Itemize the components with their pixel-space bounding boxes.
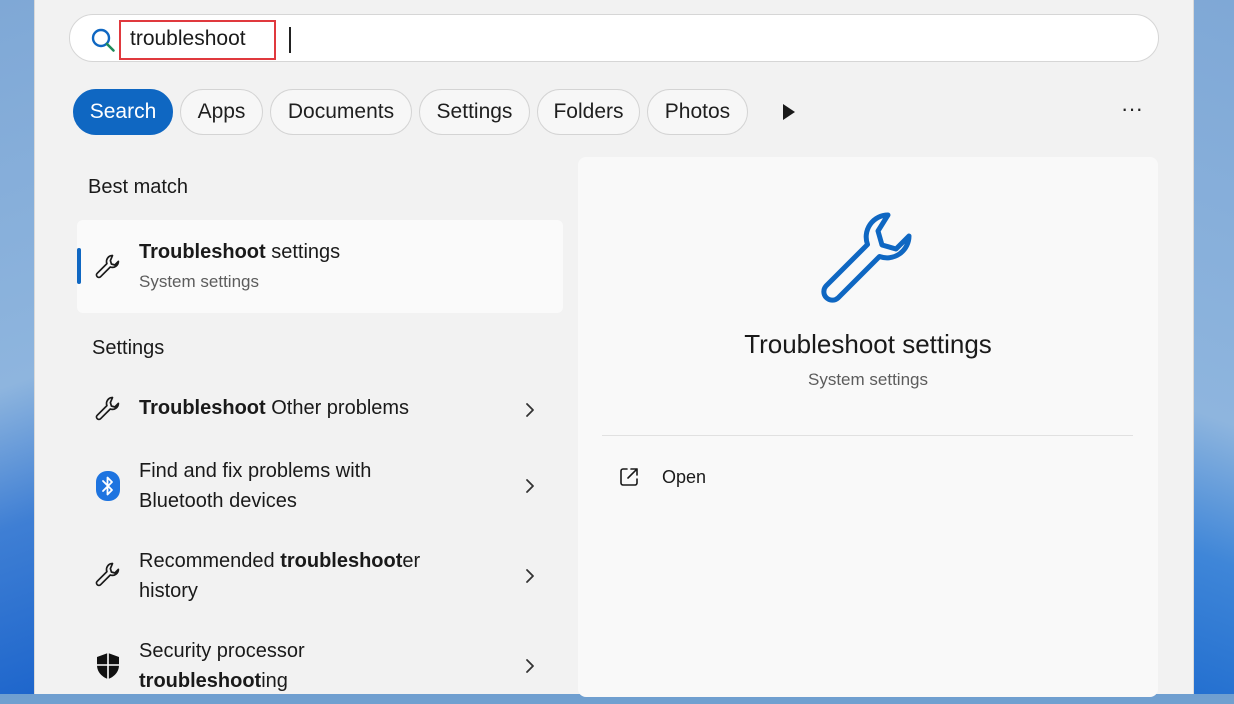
desktop-wallpaper-left bbox=[0, 0, 36, 694]
best-match-heading: Best match bbox=[88, 176, 189, 198]
search-input[interactable] bbox=[130, 26, 530, 52]
best-match-title: Troubleshoot settings bbox=[139, 241, 340, 264]
result-title-line1: Security processor bbox=[139, 640, 305, 662]
detail-pane: Troubleshoot settings System settings Op… bbox=[578, 157, 1158, 697]
open-action[interactable]: Open bbox=[618, 462, 818, 492]
text-caret bbox=[289, 27, 291, 53]
best-match-title-rest: settings bbox=[265, 241, 341, 263]
result-title-bold: troubleshoot bbox=[139, 670, 262, 692]
wrench-icon bbox=[95, 254, 120, 279]
open-external-icon bbox=[620, 468, 638, 486]
result-title-line2: history bbox=[139, 580, 198, 602]
settings-result-troubleshoot-other-problems[interactable]: Troubleshoot Other problems bbox=[77, 380, 563, 440]
filter-chip-search[interactable]: Search bbox=[73, 89, 173, 135]
result-title-bold: Troubleshoot bbox=[139, 397, 266, 419]
chevron-right-icon bbox=[526, 569, 534, 583]
filter-chip-apps[interactable]: Apps bbox=[180, 89, 263, 135]
best-match-item[interactable]: Troubleshoot settings System settings bbox=[77, 220, 563, 313]
search-panel: Search Apps Documents Settings Folders P… bbox=[34, 0, 1194, 697]
wrench-icon bbox=[95, 396, 120, 421]
chevron-right-icon bbox=[526, 479, 534, 493]
detail-subtitle: System settings bbox=[808, 370, 928, 389]
result-title-post: er bbox=[402, 550, 421, 572]
selection-indicator bbox=[77, 248, 81, 284]
filter-chip-folders[interactable]: Folders bbox=[537, 89, 640, 135]
result-title-line1: Find and fix problems with bbox=[139, 460, 372, 482]
search-icon bbox=[91, 28, 115, 52]
settings-result-bluetooth-troubleshoot[interactable]: Find and fix problems with Bluetooth dev… bbox=[77, 450, 563, 524]
result-title-line1: Recommended troubleshooter bbox=[139, 550, 420, 573]
settings-heading: Settings bbox=[92, 337, 165, 359]
result-title: Troubleshoot Other problems bbox=[139, 397, 409, 420]
filter-chip-photos[interactable]: Photos bbox=[647, 89, 748, 135]
result-title-rest: ing bbox=[261, 670, 288, 692]
detail-divider bbox=[602, 435, 1133, 436]
play-arrow-icon[interactable] bbox=[777, 101, 799, 123]
chevron-right-icon bbox=[526, 403, 534, 417]
open-label: Open bbox=[662, 467, 707, 487]
result-title-line2: Bluetooth devices bbox=[139, 490, 297, 512]
filter-chip-documents[interactable]: Documents bbox=[270, 89, 412, 135]
detail-title: Troubleshoot settings bbox=[744, 329, 992, 359]
settings-result-recommended-troubleshooter-history[interactable]: Recommended troubleshooter history bbox=[77, 540, 563, 614]
best-match-title-bold: Troubleshoot bbox=[139, 241, 266, 263]
result-title-post: Other problems bbox=[265, 397, 410, 419]
more-options-button[interactable]: ··· bbox=[1119, 98, 1145, 124]
settings-result-security-processor-troubleshooting[interactable]: Security processor troubleshooting bbox=[77, 630, 563, 704]
desktop-wallpaper-right bbox=[1194, 0, 1234, 694]
bluetooth-icon bbox=[96, 471, 120, 501]
wrench-icon bbox=[821, 212, 912, 303]
best-match-subtitle: System settings bbox=[139, 272, 259, 291]
result-title-bold: troubleshoot bbox=[280, 550, 403, 572]
wrench-icon bbox=[95, 562, 120, 587]
chevron-right-icon bbox=[526, 659, 534, 673]
shield-icon bbox=[97, 653, 119, 679]
result-title-pre: Recommended bbox=[139, 550, 281, 572]
filter-chip-settings[interactable]: Settings bbox=[419, 89, 530, 135]
result-title-line2: troubleshooting bbox=[139, 670, 288, 693]
search-box[interactable] bbox=[69, 14, 1159, 62]
